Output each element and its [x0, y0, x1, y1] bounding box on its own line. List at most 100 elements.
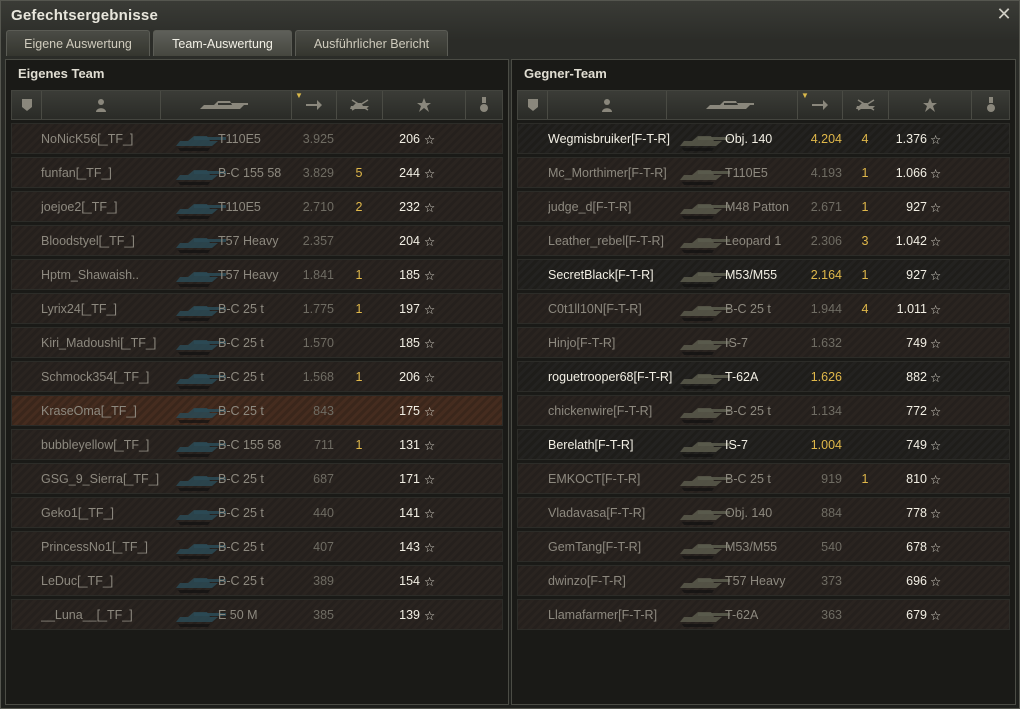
table-row[interactable]: GemTang[F-T-R] M53/M55 540 678 ☆ — [517, 531, 1010, 562]
player-icon[interactable] — [42, 91, 161, 119]
experience-star-icon: ☆ — [424, 133, 436, 147]
table-row[interactable]: Schmock354[_TF_] B-C 25 t 1.568 1 206 ☆ — [11, 361, 503, 392]
experience-star-icon: ☆ — [930, 541, 942, 555]
experience-star-icon: ☆ — [424, 167, 436, 181]
player-name: Leather_rebel[F-T-R] — [548, 234, 665, 248]
damage-value: 1.004 — [810, 438, 842, 452]
player-name: Kiri_Madoushi[_TF_] — [41, 336, 157, 350]
experience-star-icon: ☆ — [930, 439, 942, 453]
kills-icon[interactable] — [843, 91, 889, 119]
tank-name: Obj. 140 — [725, 506, 773, 520]
experience-star-icon: ☆ — [424, 269, 436, 283]
damage-value: 4.204 — [810, 132, 842, 146]
table-row[interactable]: Mc_Morthimer[F-T-R] T110E5 4.193 1 1.066 ☆ — [517, 157, 1010, 188]
experience-star-icon: ☆ — [930, 405, 942, 419]
damage-value: 2.164 — [810, 268, 842, 282]
player-name: chickenwire[F-T-R] — [548, 404, 653, 418]
table-row[interactable]: Wegmisbruiker[F-T-R] Obj. 140 4.204 4 1.376 ☆ — [517, 123, 1010, 154]
close-icon[interactable]: ✕ — [995, 5, 1013, 23]
tab-team-evaluation[interactable]: Team-Auswertung — [153, 30, 292, 56]
experience-value: 882 — [906, 370, 927, 384]
tab-own-evaluation[interactable]: Eigene Auswertung — [6, 30, 150, 56]
experience-value: 810 — [906, 472, 927, 486]
damage-value: 363 — [821, 608, 842, 622]
player-name: EMKOCT[F-T-R] — [548, 472, 641, 486]
table-row[interactable]: dwinzo[F-T-R] T57 Heavy 373 696 ☆ — [517, 565, 1010, 596]
damage-value: 407 — [313, 540, 334, 554]
tank-icon[interactable] — [161, 91, 292, 119]
tank-icon[interactable] — [667, 91, 798, 119]
player-name: __Luna__[_TF_] — [41, 608, 133, 622]
player-name: C0t1ll10N[F-T-R] — [548, 302, 642, 316]
table-row[interactable]: LeDuc[_TF_] B-C 25 t 389 154 ☆ — [11, 565, 503, 596]
table-row[interactable]: EMKOCT[F-T-R] B-C 25 t 919 1 810 ☆ — [517, 463, 1010, 494]
tab-bar: Eigene Auswertung Team-Auswertung Ausfüh… — [6, 30, 448, 56]
kills-value: 2 — [355, 200, 363, 214]
table-row[interactable]: roguetrooper68[F-T-R] T-62A 1.626 882 ☆ — [517, 361, 1010, 392]
table-row[interactable]: chickenwire[F-T-R] B-C 25 t 1.134 772 ☆ — [517, 395, 1010, 426]
damage-value: 2.306 — [810, 234, 842, 248]
table-row[interactable]: Hptm_Shawaish.. T57 Heavy 1.841 1 185 ☆ — [11, 259, 503, 290]
table-row[interactable]: Geko1[_TF_] B-C 25 t 440 141 ☆ — [11, 497, 503, 528]
table-row[interactable]: C0t1ll10N[F-T-R] B-C 25 t 1.944 4 1.011 ☆ — [517, 293, 1010, 324]
player-name: Hptm_Shawaish.. — [41, 268, 139, 282]
damage-value: 884 — [821, 506, 842, 520]
tank-name: T110E5 — [218, 200, 261, 214]
table-row[interactable]: __Luna__[_TF_] E 50 M 385 139 ☆ — [11, 599, 503, 630]
player-icon[interactable] — [548, 91, 667, 119]
player-name: Schmock354[_TF_] — [41, 370, 150, 384]
table-row[interactable]: bubbleyellow[_TF_] B-C 155 58 711 1 131 ☆ — [11, 429, 503, 460]
kills-value: 1 — [861, 472, 869, 486]
medal-icon[interactable] — [466, 91, 502, 119]
table-row[interactable]: KraseOma[_TF_] B-C 25 t 843 175 ☆ — [11, 395, 503, 426]
enemy-team-panel: Gegner-Team ▼ Wegmisbruiker[F-T-R] Obj. … — [511, 59, 1016, 705]
table-row[interactable]: Hinjo[F-T-R] IS-7 1.632 749 ☆ — [517, 327, 1010, 358]
damage-value: 1.944 — [810, 302, 842, 316]
player-name: Lyrix24[_TF_] — [41, 302, 117, 316]
tab-detailed-report[interactable]: Ausführlicher Bericht — [295, 30, 448, 56]
table-row[interactable]: funfan[_TF_] B-C 155 58 3.829 5 244 ☆ — [11, 157, 503, 188]
platoon-icon[interactable] — [518, 91, 548, 119]
player-name: PrincessNo1[_TF_] — [41, 540, 148, 554]
kills-icon[interactable] — [337, 91, 383, 119]
table-row[interactable]: PrincessNo1[_TF_] B-C 25 t 407 143 ☆ — [11, 531, 503, 562]
table-row[interactable]: Bloodstyel[_TF_] T57 Heavy 2.357 204 ☆ — [11, 225, 503, 256]
tank-name: B-C 155 58 — [218, 438, 282, 452]
experience-star-icon[interactable] — [889, 91, 972, 119]
tank-name: T110E5 — [218, 132, 261, 146]
platoon-icon[interactable] — [12, 91, 42, 119]
damage-icon[interactable]: ▼ — [798, 91, 843, 119]
experience-value: 197 — [399, 302, 420, 316]
table-row[interactable]: Berelath[F-T-R] IS-7 1.004 749 ☆ — [517, 429, 1010, 460]
battle-results-window: Gefechtsergebnisse ✕ Eigene Auswertung T… — [0, 0, 1020, 709]
damage-value: 2.357 — [302, 234, 334, 248]
player-name: GemTang[F-T-R] — [548, 540, 642, 554]
table-row[interactable]: Leather_rebel[F-T-R] Leopard 1 2.306 3 1.042… — [517, 225, 1010, 256]
kills-value: 1 — [355, 438, 363, 452]
experience-value: 154 — [399, 574, 420, 588]
tank-name: IS-7 — [725, 438, 748, 452]
table-row[interactable]: NoNicK56[_TF_] T110E5 3.925 206 ☆ — [11, 123, 503, 154]
table-row[interactable]: Kiri_Madoushi[_TF_] B-C 25 t 1.570 185 ☆ — [11, 327, 503, 358]
damage-value: 373 — [821, 574, 842, 588]
player-name: GSG_9_Sierra[_TF_] — [41, 472, 160, 486]
title-bar: Gefechtsergebnisse ✕ — [1, 1, 1019, 30]
experience-star-icon[interactable] — [383, 91, 466, 119]
table-row[interactable]: joejoe2[_TF_] T110E5 2.710 2 232 ☆ — [11, 191, 503, 222]
tank-name: Obj. 140 — [725, 132, 773, 146]
medal-icon[interactable] — [972, 91, 1009, 119]
experience-value: 778 — [906, 506, 927, 520]
table-row[interactable]: judge_d[F-T-R] M48 Patton 2.671 1 927 ☆ — [517, 191, 1010, 222]
table-row[interactable]: SecretBlack[F-T-R] M53/M55 2.164 1 927 ☆ — [517, 259, 1010, 290]
player-name: KraseOma[_TF_] — [41, 404, 137, 418]
experience-star-icon: ☆ — [424, 473, 436, 487]
experience-star-icon: ☆ — [930, 609, 942, 623]
damage-value: 711 — [314, 438, 334, 452]
table-row[interactable]: Lyrix24[_TF_] B-C 25 t 1.775 1 197 ☆ — [11, 293, 503, 324]
table-row[interactable]: Vladavasa[F-T-R] Obj. 140 884 778 ☆ — [517, 497, 1010, 528]
damage-icon[interactable]: ▼ — [292, 91, 337, 119]
table-row[interactable]: Llamafarmer[F-T-R] T-62A 363 679 ☆ — [517, 599, 1010, 630]
experience-value: 1.011 — [896, 302, 927, 316]
experience-value: 749 — [906, 336, 927, 350]
table-row[interactable]: GSG_9_Sierra[_TF_] B-C 25 t 687 171 ☆ — [11, 463, 503, 494]
